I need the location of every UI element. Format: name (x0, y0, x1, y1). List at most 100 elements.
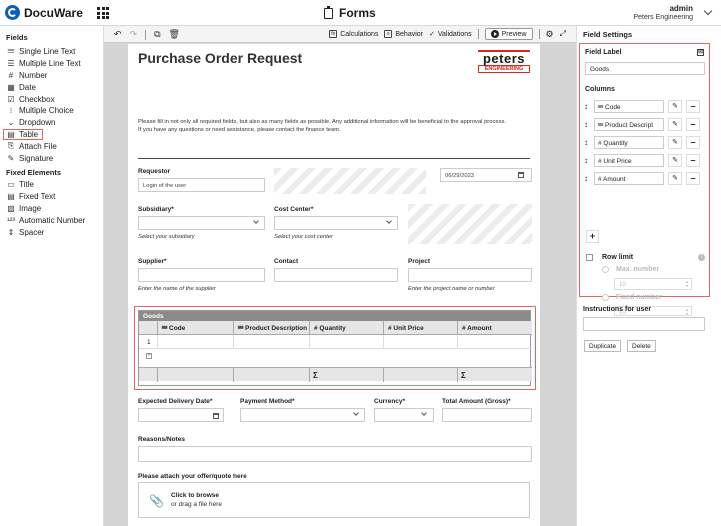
payment-method-dropdown[interactable] (240, 408, 365, 422)
translate-icon[interactable]: ⊠ (697, 49, 704, 56)
column-product-description[interactable]: 𝄘 Product Description (233, 321, 309, 335)
project-field[interactable] (408, 268, 532, 282)
add-row-icon[interactable]: + (146, 353, 152, 359)
reasons-field[interactable] (138, 446, 532, 462)
validations-label: Validations (437, 30, 472, 38)
field-type-attach-file[interactable]: ⎘ Attach File (0, 140, 103, 152)
fixed-element-fixed-text[interactable]: ▤ Fixed Text (0, 191, 103, 203)
field-type-checkbox[interactable]: ☑ Checkbox (0, 93, 103, 105)
drag-handle-icon[interactable]: ↕ (584, 120, 588, 129)
fixed-element-image[interactable]: ▨ Image (0, 203, 103, 215)
intro-text[interactable]: Please fill in not only all required fie… (138, 118, 530, 134)
remove-column-button[interactable]: – (686, 100, 700, 113)
drag-handle-icon[interactable]: ↕ (584, 138, 588, 147)
pencil-icon[interactable]: ✎ (668, 100, 682, 113)
total-amount-field[interactable] (442, 408, 532, 422)
goods-table-selected[interactable]: Goods 𝄘 Code 𝄘 Product Description # Qua… (134, 306, 536, 390)
app-grid-icon[interactable] (97, 7, 109, 19)
field-type-number[interactable]: # Number (0, 70, 103, 82)
column-quantity[interactable]: # Quantity (309, 321, 383, 335)
info-icon[interactable]: i (698, 254, 705, 261)
calendar-icon[interactable] (213, 413, 219, 419)
contact-field[interactable] (274, 268, 398, 282)
max-number-input[interactable]: 10 ▴ ▾ (614, 278, 692, 290)
redo-icon[interactable]: ↷ (130, 29, 138, 40)
trash-icon[interactable]: 🗑 (169, 29, 180, 40)
remove-column-button[interactable]: – (686, 118, 700, 131)
table-cell[interactable] (383, 335, 457, 349)
remove-column-button[interactable]: – (686, 154, 700, 167)
attach-dropzone[interactable]: 📎 Click to browse or drag a file here (138, 482, 530, 518)
add-column-button[interactable]: + (586, 230, 599, 243)
undo-icon[interactable]: ↶ (114, 29, 122, 40)
total-amount-label: Total Amount (Gross)* (442, 398, 511, 405)
fixed-element-automatic-number[interactable]: ¹²³ Automatic Number (0, 214, 103, 226)
goods-table[interactable]: Goods 𝄘 Code 𝄘 Product Description # Qua… (138, 310, 532, 386)
field-label-input[interactable]: Goods (585, 62, 705, 75)
peters-logo[interactable]: peters ENGINEERING (478, 50, 530, 73)
calculations-button[interactable]: fx Calculations (329, 30, 378, 38)
pencil-icon[interactable]: ✎ (668, 154, 682, 167)
spacer[interactable] (408, 204, 532, 244)
supplier-field[interactable] (138, 268, 265, 282)
delete-button[interactable]: Delete (627, 340, 656, 352)
chevron-down-icon[interactable] (703, 6, 713, 16)
table-cell[interactable] (309, 335, 383, 349)
calendar-icon[interactable] (518, 172, 524, 178)
fixed-element-spacer[interactable]: ⇕ Spacer (0, 226, 103, 238)
field-type-table[interactable]: ▤ Table (3, 128, 43, 141)
drag-handle-icon[interactable]: ↕ (584, 102, 588, 111)
column-amount[interactable]: # Amount (457, 321, 532, 335)
field-type-signature[interactable]: ✎ Signature (0, 152, 103, 164)
fixed-text-icon: ▤ (7, 192, 15, 202)
validations-button[interactable]: ✓ Validations (429, 30, 472, 39)
column-name-field[interactable]: # Amount (594, 172, 664, 185)
preview-button[interactable]: Preview (484, 28, 533, 40)
cost-center-dropdown[interactable] (274, 216, 398, 230)
column-name-field[interactable]: # Unit Price (594, 154, 664, 167)
gear-icon[interactable]: ⚙ (546, 29, 554, 40)
table-cell[interactable] (457, 335, 532, 349)
row-limit-checkbox[interactable] (586, 254, 593, 261)
expand-icon[interactable]: ⤢ (560, 29, 566, 39)
pencil-icon[interactable]: ✎ (668, 172, 682, 185)
behavior-button[interactable]: ≡ Behavior (384, 30, 423, 38)
columns-title: Columns (585, 86, 615, 93)
spacer[interactable] (274, 168, 426, 194)
remove-column-button[interactable]: – (686, 172, 700, 185)
field-type-single-line-text[interactable]: 𝄘 Single Line Text (0, 46, 103, 58)
instructions-input[interactable] (583, 317, 705, 331)
field-type-multiple-choice[interactable]: ⁝ Multiple Choice (0, 105, 103, 117)
docuware-logo[interactable]: DocuWare (5, 5, 83, 20)
currency-dropdown[interactable] (374, 408, 434, 422)
field-type-dropdown[interactable]: ⌄ Dropdown (0, 117, 103, 129)
table-cell[interactable] (233, 335, 309, 349)
user-menu[interactable]: admin Peters Engineering (633, 4, 693, 22)
behavior-label: Behavior (395, 30, 423, 38)
duplicate-button[interactable]: Duplicate (584, 340, 622, 352)
click-to-browse[interactable]: Click to browse (171, 492, 219, 499)
remove-column-button[interactable]: – (686, 136, 700, 149)
fixed-number-radio[interactable] (602, 294, 609, 301)
fixed-element-title[interactable]: ▭ Title (0, 179, 103, 191)
requestor-field[interactable]: Login of the user (138, 178, 265, 192)
field-type-multiple-line-text[interactable]: ☰ Multiple Line Text (0, 58, 103, 70)
subsidiary-dropdown[interactable] (138, 216, 265, 230)
drag-handle-icon[interactable]: ↕ (584, 174, 588, 183)
column-name-field[interactable]: 𝄘 Code (594, 100, 664, 113)
copy-icon[interactable]: ⧉ (154, 29, 160, 40)
field-type-date[interactable]: ▦ Date (0, 81, 103, 93)
drag-handle-icon[interactable]: ↕ (584, 156, 588, 165)
column-unit-price[interactable]: # Unit Price (383, 321, 457, 335)
column-code[interactable]: 𝄘 Code (157, 321, 233, 335)
form-title[interactable]: Purchase Order Request (138, 50, 302, 66)
pencil-icon[interactable]: ✎ (668, 136, 682, 149)
intro-line-1: Please fill in not only all required fie… (138, 119, 506, 125)
max-number-radio[interactable] (602, 266, 609, 273)
delivery-date-field[interactable] (138, 408, 224, 422)
sidebar-item-label: Attach File (19, 141, 57, 151)
column-name-field[interactable]: # Quantity (594, 136, 664, 149)
table-cell[interactable] (157, 335, 233, 349)
pencil-icon[interactable]: ✎ (668, 118, 682, 131)
column-name-field[interactable]: 𝄘 Product Descript (594, 118, 664, 131)
